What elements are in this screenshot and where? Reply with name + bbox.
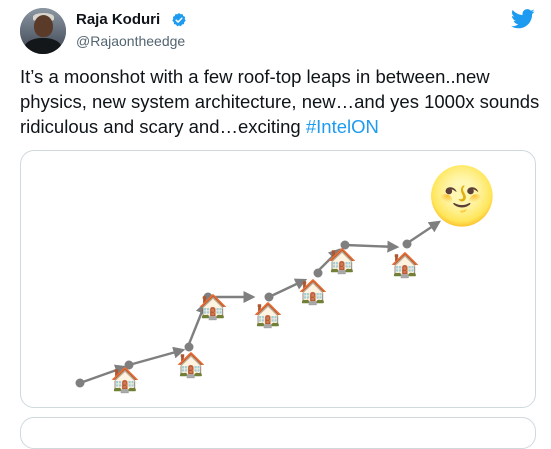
house-icon: 🏠: [390, 251, 420, 279]
avatar[interactable]: [20, 8, 66, 54]
house-icon: 🏠: [327, 247, 357, 275]
tweet-text: It’s a moonshot with a few roof-top leap…: [20, 64, 545, 139]
house-icon: 🏠: [198, 293, 228, 321]
hashtag-link[interactable]: #IntelON: [306, 116, 379, 137]
full-moon-face-icon: 🌝: [427, 164, 497, 229]
house-icon: 🏠: [110, 366, 140, 394]
quote-card[interactable]: [20, 417, 536, 449]
house-icon: 🏠: [176, 351, 206, 379]
tweet-card: Raja Koduri @Rajaontheedge It’s a moonsh…: [0, 0, 551, 449]
verified-badge-icon: [172, 13, 186, 27]
tweet-body: It’s a moonshot with a few roof-top leap…: [20, 66, 540, 137]
house-icon: 🏠: [253, 301, 283, 329]
tweet-media[interactable]: 🏠 🏠 🏠 🏠 🏠 🏠 🏠 🌝: [20, 150, 536, 408]
author-name[interactable]: Raja Koduri: [76, 11, 160, 29]
house-icon: 🏠: [298, 278, 328, 306]
twitter-bird-icon[interactable]: [511, 9, 535, 29]
author-handle[interactable]: @Rajaontheedge: [76, 32, 185, 50]
moonshot-illustration: 🏠 🏠 🏠 🏠 🏠 🏠 🏠 🌝: [75, 164, 497, 394]
